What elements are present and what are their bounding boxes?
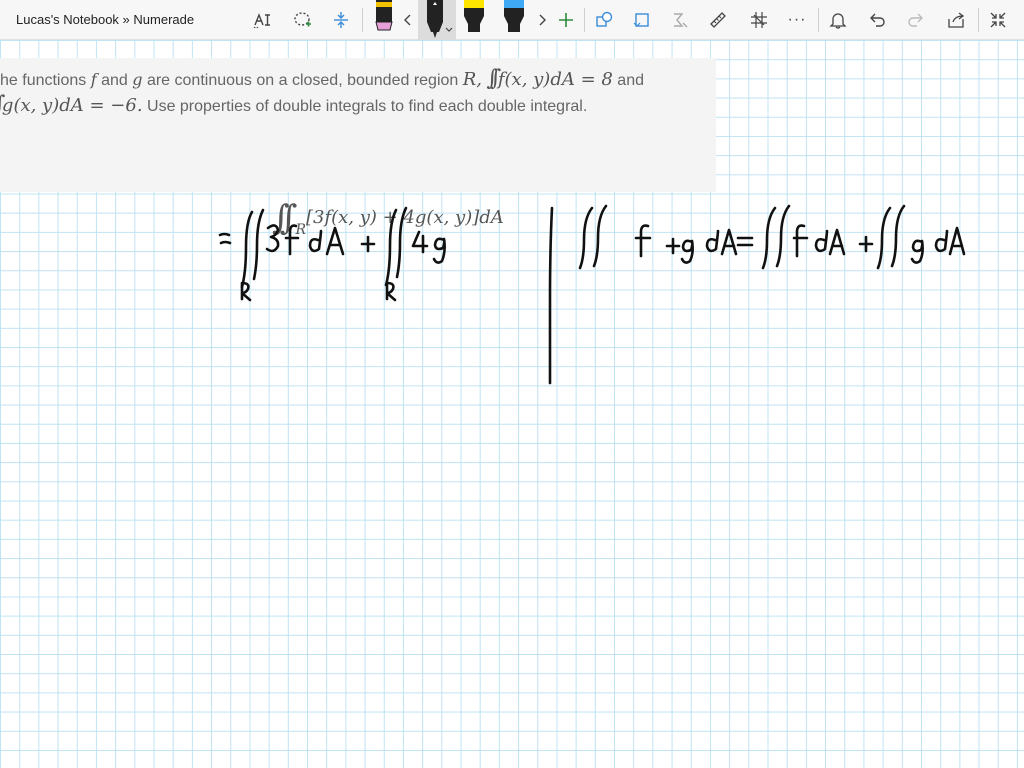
- problem-text: are continuous on a closed, bounded regi…: [142, 72, 463, 89]
- problem-text: and: [612, 72, 644, 89]
- problem-line-1: he functions f and g are continuous on a…: [0, 66, 644, 91]
- lasso-select-icon[interactable]: [288, 6, 316, 34]
- ruler-icon[interactable]: [704, 6, 732, 34]
- problem-text: and: [96, 72, 133, 89]
- ink-to-shape-icon[interactable]: [628, 6, 656, 34]
- problem-line-2: ∫ g(x, y)dA = −6. Use properties of doub…: [0, 92, 587, 117]
- double-integral-symbol: ∫∫: [272, 198, 298, 238]
- formula-display: ∫∫ R[3f(x, y) + 4g(x, y)]dA: [272, 192, 504, 242]
- share-icon[interactable]: [942, 6, 970, 34]
- add-pen-icon[interactable]: [552, 6, 580, 34]
- bell-icon[interactable]: [824, 6, 852, 34]
- math-g: g: [132, 70, 143, 89]
- math-region: R,: [462, 69, 483, 90]
- math-integral-g: g(x, y)dA = −6.: [1, 95, 143, 116]
- notebook-title: Lucas's Notebook » Numerade: [16, 12, 195, 27]
- shapes-icon[interactable]: [590, 6, 618, 34]
- math-integral-f: f(x, y)dA = 8: [497, 69, 613, 90]
- more-icon[interactable]: ···: [783, 6, 811, 34]
- chevron-left-icon[interactable]: [396, 6, 420, 34]
- problem-text: he functions: [0, 72, 91, 89]
- problem-statement: he functions f and g are continuous on a…: [0, 58, 716, 238]
- formula-region: R: [295, 221, 306, 238]
- insert-space-icon[interactable]: [327, 6, 355, 34]
- lasso-text-icon[interactable]: [248, 6, 276, 34]
- app-toolbar: Lucas's Notebook » Numerade ···: [0, 0, 1024, 40]
- redo-icon[interactable]: [902, 6, 930, 34]
- chevron-right-icon[interactable]: [530, 6, 554, 34]
- collapse-icon[interactable]: [984, 6, 1012, 34]
- formula-expression: [3f(x, y) + 4g(x, y)]dA: [305, 207, 504, 228]
- undo-icon[interactable]: [863, 6, 891, 34]
- highlighter-yellow-icon[interactable]: [458, 0, 490, 40]
- ink-eraser-icon[interactable]: [745, 6, 773, 34]
- highlighter-blue-icon[interactable]: [498, 0, 530, 40]
- more-label: ···: [787, 11, 807, 28]
- problem-text: Use properties of double integrals to fi…: [142, 98, 588, 115]
- double-integral-symbol: ∫∫: [486, 66, 501, 91]
- pen-black-icon[interactable]: [418, 0, 456, 40]
- ink-to-math-icon[interactable]: [666, 6, 694, 34]
